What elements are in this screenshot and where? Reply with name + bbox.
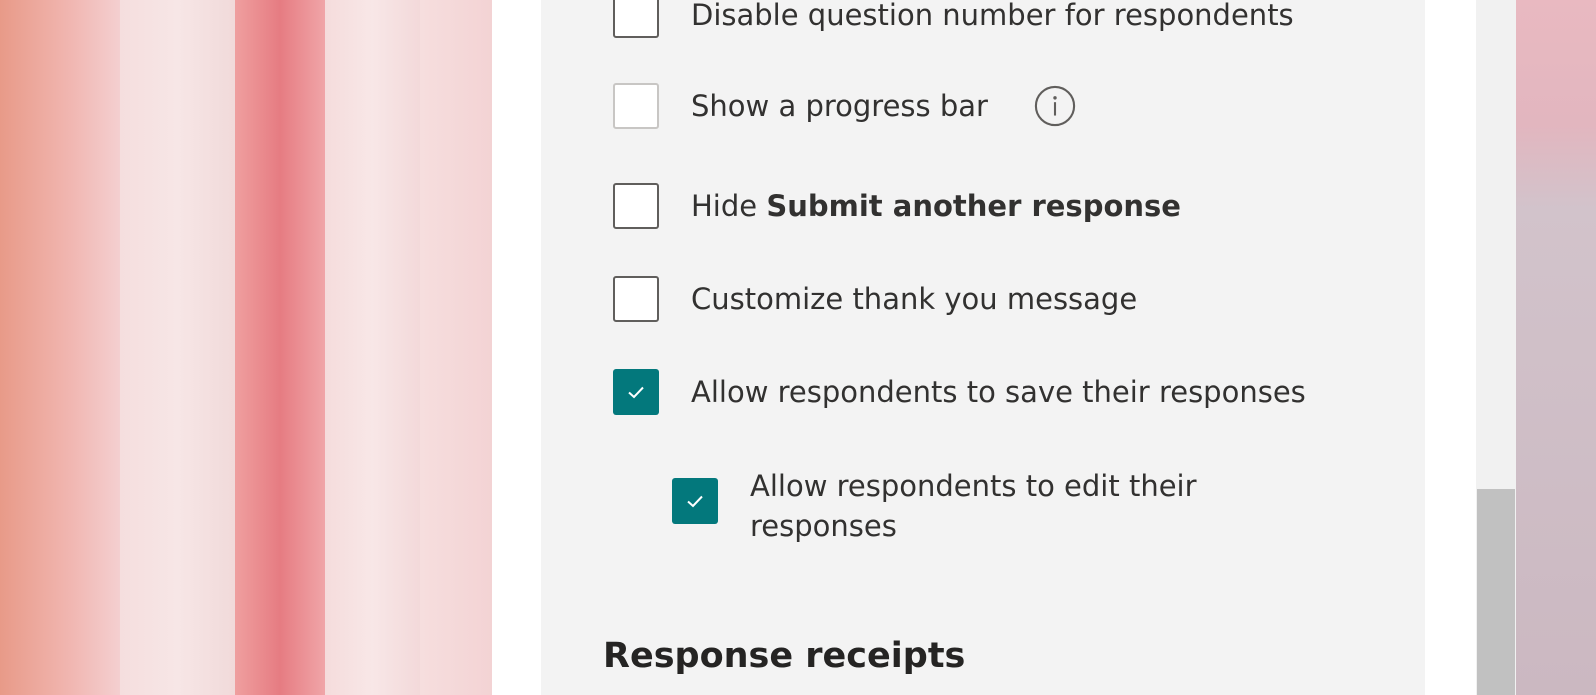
background-photo-right	[1516, 0, 1596, 695]
checkbox-allow-save-responses[interactable]	[613, 369, 659, 415]
option-allow-save-responses[interactable]: Allow respondents to save their response…	[613, 369, 1306, 415]
option-customize-thank-you[interactable]: Customize thank you message	[613, 276, 1137, 322]
scrollbar[interactable]	[1476, 0, 1516, 695]
option-allow-edit-responses[interactable]: Allow respondents to edit their response…	[672, 463, 1250, 546]
checkbox-hide-submit-another[interactable]	[613, 183, 659, 229]
checkmark-icon	[628, 386, 644, 399]
checkbox-customize-thank-you[interactable]	[613, 276, 659, 322]
settings-panel: Disable question number for respondents …	[492, 0, 1476, 695]
checkbox-show-progress-bar[interactable]	[613, 83, 659, 129]
option-show-progress-bar[interactable]: Show a progress bar	[613, 83, 1076, 129]
checkbox-allow-edit-responses[interactable]	[672, 478, 718, 524]
background-photo-left	[0, 0, 492, 695]
scrollbar-thumb[interactable]	[1477, 489, 1515, 695]
option-hide-submit-another[interactable]: Hide Submit another response	[613, 183, 1181, 229]
option-label: Disable question number for respondents	[691, 0, 1294, 32]
info-icon[interactable]	[1034, 85, 1076, 127]
option-label: Customize thank you message	[691, 282, 1138, 316]
option-disable-question-number[interactable]: Disable question number for respondents	[613, 0, 1294, 38]
checkbox-disable-question-number[interactable]	[613, 0, 659, 38]
options-card: Disable question number for respondents …	[541, 0, 1425, 695]
checkmark-icon	[687, 495, 703, 508]
option-label: Allow respondents to edit their response…	[750, 469, 1197, 543]
section-title-response-receipts: Response receipts	[603, 636, 966, 676]
option-label: Show a progress bar	[691, 89, 988, 123]
option-label: Allow respondents to save their response…	[691, 375, 1306, 409]
option-label: Hide Submit another response	[691, 189, 1181, 223]
